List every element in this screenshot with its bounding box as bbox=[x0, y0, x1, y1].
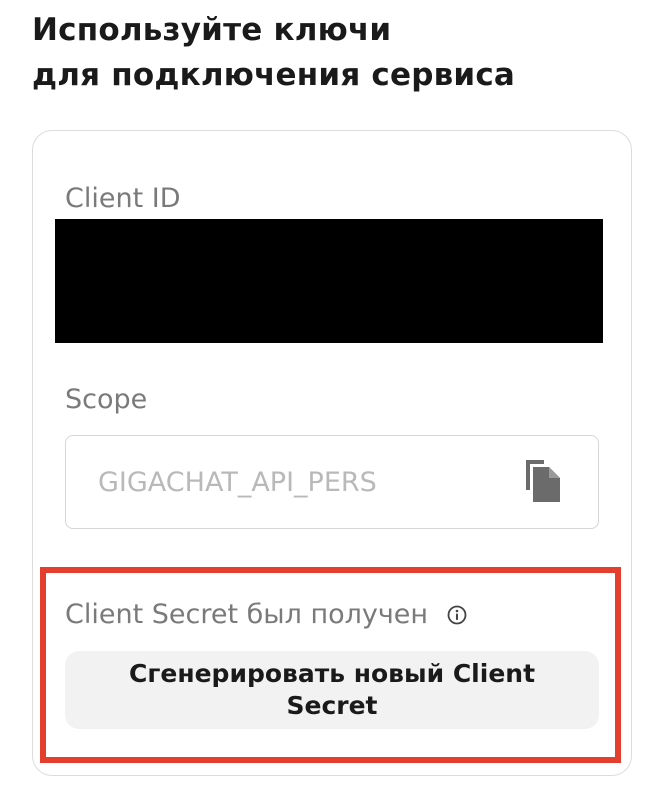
page-title: Используйте ключи для подключения сервис… bbox=[32, 8, 632, 98]
generate-new-client-secret-button[interactable]: Сгенерировать новый Client Secret bbox=[65, 651, 599, 729]
info-icon[interactable] bbox=[446, 604, 468, 626]
api-keys-page: Используйте ключи для подключения сервис… bbox=[0, 0, 654, 806]
client-id-label: Client ID bbox=[65, 183, 181, 214]
copy-icon[interactable] bbox=[522, 458, 564, 504]
scope-label: Scope bbox=[65, 384, 148, 415]
generate-new-client-secret-button-label: Сгенерировать новый Client Secret bbox=[128, 659, 536, 720]
scope-value: GIGACHAT_API_PERS bbox=[98, 467, 377, 498]
client-id-redacted-value bbox=[55, 219, 603, 343]
page-title-line-2: для подключения сервиса bbox=[32, 57, 516, 93]
page-title-line-1: Используйте ключи bbox=[32, 12, 392, 48]
info-icon-graphic bbox=[447, 605, 467, 625]
client-secret-status: Client Secret был получен bbox=[65, 598, 468, 632]
client-secret-status-text: Client Secret был получен bbox=[65, 599, 429, 630]
copy-icon-graphic bbox=[526, 460, 560, 502]
scope-field[interactable]: GIGACHAT_API_PERS bbox=[65, 435, 599, 529]
